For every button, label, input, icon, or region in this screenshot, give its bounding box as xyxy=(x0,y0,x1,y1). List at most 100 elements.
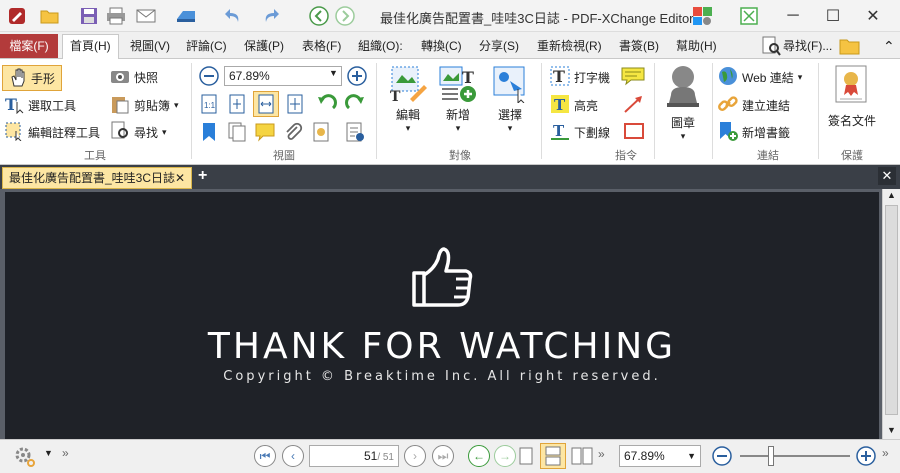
zoom-in-status-icon[interactable] xyxy=(854,445,878,467)
create-link-button[interactable]: 建立連結 xyxy=(718,93,790,117)
menu-file[interactable]: 檔案(F) xyxy=(0,34,58,58)
scroll-up-icon[interactable]: ▲ xyxy=(884,190,899,204)
fit-visible-icon[interactable] xyxy=(284,93,306,115)
snapshot-button[interactable]: 快照 xyxy=(110,65,158,89)
web-link-button[interactable]: Web 連結 ▾ xyxy=(718,65,802,89)
continuous-page-icon[interactable] xyxy=(540,443,566,469)
zoom-slider-track[interactable] xyxy=(740,455,850,457)
edit-object-button[interactable]: T 編輯 ▾ xyxy=(384,63,432,134)
sticky-note-icon[interactable] xyxy=(620,65,646,87)
scroll-down-icon[interactable]: ▼ xyxy=(884,425,899,439)
fit-page-icon[interactable] xyxy=(226,93,248,115)
back-view-button[interactable]: ← xyxy=(468,445,490,467)
next-page-button[interactable]: › xyxy=(404,445,426,467)
page-copyright: Copyright © Breaktime Inc. All right res… xyxy=(223,369,661,384)
menu-organize[interactable]: 組織(O): xyxy=(351,35,410,57)
maximize-button[interactable]: ☐ xyxy=(818,4,848,28)
add-bookmark-button[interactable]: 新增書籤 xyxy=(718,120,790,144)
menu-help[interactable]: 幫助(H) xyxy=(669,35,724,57)
zoom-level-select[interactable]: 67.89% ▼ xyxy=(619,445,701,467)
fullscreen-icon[interactable] xyxy=(738,5,760,27)
menu-search[interactable]: 尋找(F)... xyxy=(779,35,836,57)
document-viewport[interactable] xyxy=(0,189,900,439)
open-folder-icon[interactable] xyxy=(38,5,62,27)
document-tab[interactable]: 最佳化廣告配置書_哇哇3C日誌 ✕ xyxy=(2,167,192,189)
rectangle-tool-icon[interactable] xyxy=(622,120,646,142)
save-icon[interactable] xyxy=(78,5,100,27)
settings-gear-icon[interactable] xyxy=(12,446,38,468)
rotate-left-icon[interactable] xyxy=(316,93,338,115)
highlight-button[interactable]: T 高亮 xyxy=(550,93,598,117)
new-tab-icon[interactable]: + xyxy=(198,167,207,185)
hand-tool-button[interactable]: 手形 xyxy=(2,65,63,91)
signatures-icon[interactable] xyxy=(310,121,332,143)
undo-icon[interactable] xyxy=(222,5,244,27)
menu-comment[interactable]: 評論(C) xyxy=(179,35,234,57)
back-nav-icon[interactable] xyxy=(308,5,330,27)
more-views-icon[interactable]: » xyxy=(598,447,605,461)
expand-icon[interactable]: » xyxy=(62,446,69,460)
menu-review[interactable]: 重新檢視(R) xyxy=(530,35,609,57)
clipboard-button[interactable]: 剪貼簿 ▾ xyxy=(110,93,179,117)
forward-nav-icon[interactable] xyxy=(334,5,356,27)
underline-button[interactable]: T 下劃線 xyxy=(550,120,610,144)
forward-view-button[interactable]: → xyxy=(494,445,516,467)
customize-icon[interactable] xyxy=(690,5,716,27)
menu-convert[interactable]: 轉換(C) xyxy=(414,35,469,57)
print-icon[interactable] xyxy=(104,5,128,27)
zoom-slider-thumb[interactable] xyxy=(768,446,774,466)
close-button[interactable]: ✕ xyxy=(858,4,888,28)
facing-pages-icon[interactable] xyxy=(570,445,594,467)
vertical-scrollbar[interactable]: ▲ ▼ xyxy=(882,189,900,439)
sign-document-button[interactable]: 簽名文件 xyxy=(824,65,880,129)
typewriter-button[interactable]: T 打字機 xyxy=(550,65,610,89)
document-tab-bar: 最佳化廣告配置書_哇哇3C日誌 ✕ + ✕ xyxy=(0,165,900,189)
page-number-input[interactable]: 51/ 51 xyxy=(309,445,399,467)
bookmark-add-icon xyxy=(718,121,738,144)
minimize-button[interactable]: ─ xyxy=(778,4,808,28)
status-bar: ▼ » ⏮ ‹ 51/ 51 › ⏭ ← → » 67.89% ▼ » xyxy=(0,439,900,473)
last-page-button[interactable]: ⏭ xyxy=(432,445,454,467)
tab-close-icon[interactable]: ✕ xyxy=(175,168,185,188)
email-icon[interactable] xyxy=(134,5,158,27)
certificate-icon xyxy=(834,65,870,108)
close-all-tabs-icon[interactable]: ✕ xyxy=(878,167,896,185)
menu-form[interactable]: 表格(F) xyxy=(295,35,348,57)
actual-size-icon[interactable]: 1:1 xyxy=(198,93,220,115)
edit-annotation-button[interactable]: 編輯註釋工具 xyxy=(4,120,100,144)
menu-protect[interactable]: 保護(P) xyxy=(237,35,291,57)
new-object-button[interactable]: T 新增 ▾ xyxy=(434,63,482,134)
select-object-icon xyxy=(490,63,530,106)
chevron-down-icon[interactable]: ▼ xyxy=(44,448,53,458)
comments-icon[interactable] xyxy=(254,121,276,143)
single-page-icon[interactable] xyxy=(516,445,536,467)
more-status-icon[interactable]: » xyxy=(882,446,889,460)
zoom-in-icon[interactable] xyxy=(346,65,368,87)
redo-icon[interactable] xyxy=(260,5,282,27)
zoom-select[interactable]: 67.89% xyxy=(224,66,342,86)
bookmark-icon[interactable] xyxy=(198,121,220,143)
fit-width-icon[interactable] xyxy=(253,91,279,117)
menu-bookmarks[interactable]: 書簽(B) xyxy=(612,35,666,57)
stamp-button[interactable]: 圖章 ▾ xyxy=(659,63,707,142)
previous-page-button[interactable]: ‹ xyxy=(282,445,304,467)
rotate-right-icon[interactable] xyxy=(344,93,366,115)
find-button[interactable]: 尋找 ▾ xyxy=(110,120,167,144)
select-object-button[interactable]: 選擇 ▾ xyxy=(486,63,534,134)
scroll-thumb[interactable] xyxy=(885,205,898,415)
zoom-out-status-icon[interactable] xyxy=(710,445,734,467)
menu-view[interactable]: 視圖(V) xyxy=(123,35,177,57)
scan-icon[interactable] xyxy=(174,5,198,27)
select-text-button[interactable]: T 選取工具 xyxy=(4,93,76,117)
menu-share[interactable]: 分享(S) xyxy=(472,35,526,57)
collapse-ribbon-icon[interactable]: ⌃ xyxy=(876,35,900,57)
zoom-out-icon[interactable] xyxy=(198,65,220,87)
attachment-icon[interactable] xyxy=(282,121,304,143)
arrow-tool-icon[interactable] xyxy=(622,93,646,115)
pages-icon[interactable] xyxy=(226,121,248,143)
menu-home[interactable]: 首頁(H) xyxy=(62,34,119,60)
search-folder-icon[interactable] xyxy=(838,35,862,57)
properties-icon[interactable] xyxy=(344,121,366,143)
separator xyxy=(376,63,377,159)
first-page-button[interactable]: ⏮ xyxy=(254,445,276,467)
